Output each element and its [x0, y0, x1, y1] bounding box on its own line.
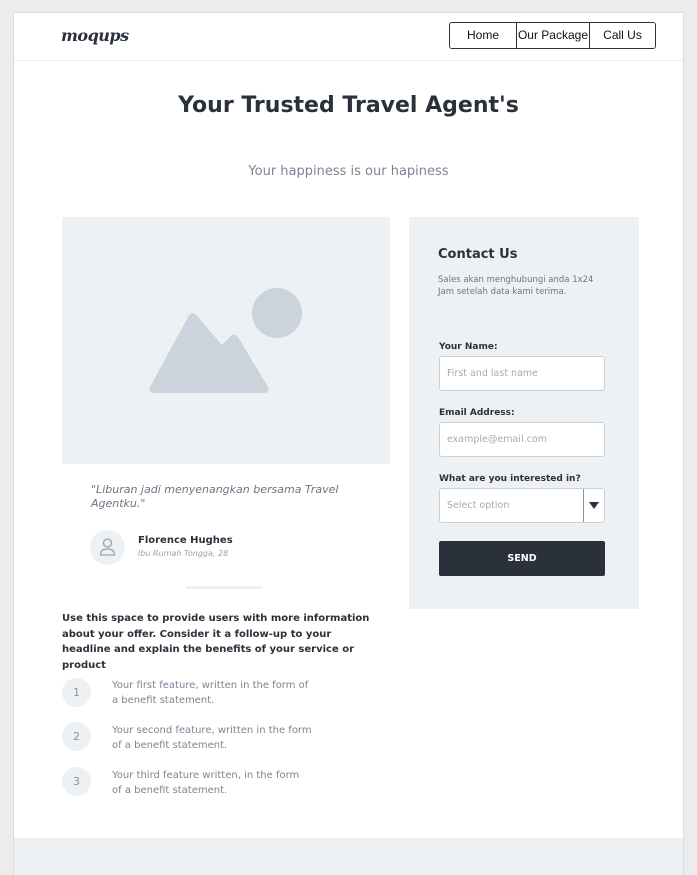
nav-home[interactable]: Home: [450, 23, 517, 48]
nav-menu: Home Our Package Call Us: [449, 22, 656, 49]
page-title: Your Trusted Travel Agent's: [178, 93, 519, 118]
feature-number: 2: [62, 722, 91, 751]
name-label: Your Name:: [439, 342, 498, 352]
name-field[interactable]: First and last name: [439, 356, 605, 391]
contact-form: Contact Us Sales akan menghubungi anda 1…: [409, 217, 639, 609]
interest-select[interactable]: Select option: [439, 488, 605, 523]
testimonial-quote: "Liburan jadi menyenangkan bersama Trave…: [91, 483, 339, 510]
header: moqups Home Our Package Call Us: [14, 13, 683, 61]
email-field[interactable]: example@email.com: [439, 422, 605, 457]
send-button[interactable]: SEND: [439, 541, 605, 576]
image-placeholder-icon: [149, 288, 302, 393]
testimonial-author-name: Florence Hughes: [138, 535, 233, 546]
feature-text: Your second feature, written in the form…: [112, 725, 312, 751]
nav-call-us[interactable]: Call Us: [590, 23, 655, 48]
page: moqups Home Our Package Call Us Your Tru…: [13, 12, 684, 875]
contact-title: Contact Us: [438, 247, 518, 262]
feature-text: Your third feature written, in the form …: [112, 770, 300, 796]
feature-text: Your first feature, written in the form …: [112, 680, 309, 706]
feature-number: 1: [62, 678, 91, 707]
page-subtitle: Your happiness is our hapiness: [248, 164, 449, 179]
contact-description: Sales akan menghubungi anda 1x24 Jam set…: [438, 275, 594, 297]
nav-our-package[interactable]: Our Package: [517, 23, 590, 48]
interest-select-value: Select option: [447, 500, 510, 511]
testimonial-author-role: Ibu Rumah Tongga, 28: [138, 549, 229, 558]
interest-label: What are you interested in?: [439, 474, 581, 484]
user-icon: [99, 538, 116, 556]
image-placeholder: [62, 217, 390, 464]
footer: [14, 838, 683, 875]
info-text: Use this space to provide users with mor…: [62, 613, 370, 671]
avatar: [90, 530, 125, 565]
feature-number: 3: [62, 767, 91, 796]
divider: [186, 586, 263, 589]
email-label: Email Address:: [439, 408, 515, 418]
chevron-down-icon[interactable]: [583, 489, 604, 522]
logo[interactable]: moqups: [61, 26, 129, 45]
